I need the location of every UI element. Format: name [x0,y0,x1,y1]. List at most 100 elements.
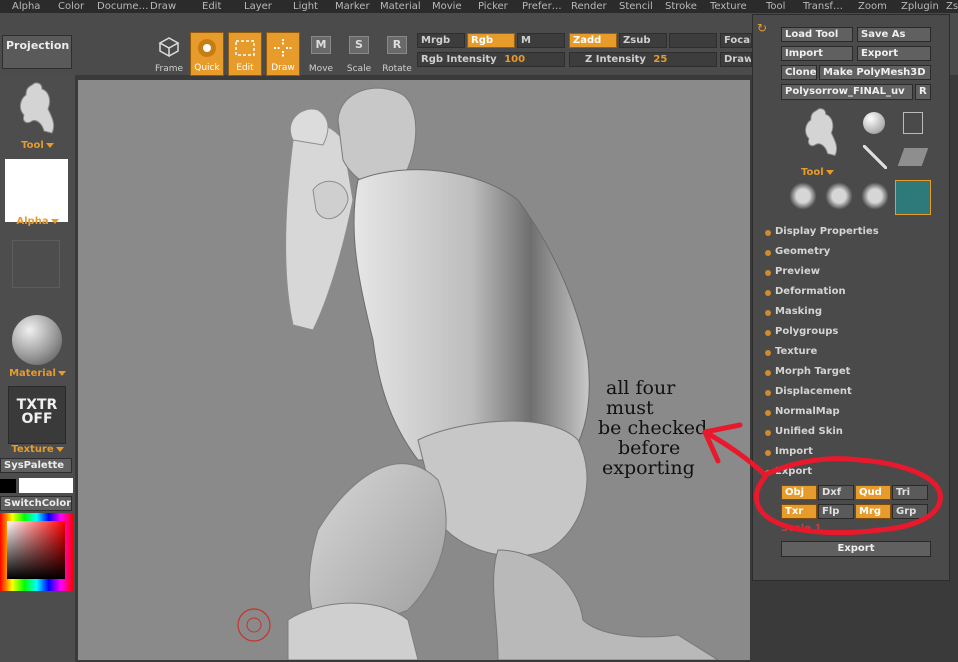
off-label: OFF [21,411,53,427]
tool-thumb-1[interactable] [787,180,819,212]
r-button[interactable]: R [915,84,931,100]
current-tool-name[interactable]: Polysorrow_FINAL_uv [781,84,913,100]
menu-item-texture[interactable]: Texture [710,0,747,13]
scale-tool[interactable]: S Scale [342,32,376,76]
switchcolor-button[interactable]: SwitchColor [0,496,72,511]
move-label: Move [308,64,334,74]
menu-item-render[interactable]: Render [571,0,607,13]
section-geometry[interactable]: Geometry [764,246,830,257]
menu-item-zplugin[interactable]: Zplugin [901,0,939,13]
frame-icon [158,37,180,58]
tool-thumb-4[interactable] [895,180,931,215]
mrgb-button[interactable]: Mrgb [417,33,465,48]
make-polymesh-button[interactable]: Make PolyMesh3D [819,65,931,80]
menu-item-stencil[interactable]: Stencil [619,0,653,13]
section-display-properties[interactable]: Display Properties [765,226,879,237]
chevron-down-icon [55,446,64,452]
frame-tool[interactable]: Frame [152,32,186,76]
tool-thumb-2[interactable] [823,180,855,212]
sphere-tool-icon[interactable] [863,112,885,134]
tool-thumbnail-icon[interactable] [12,79,64,139]
alpha-thumbnail[interactable] [5,159,68,222]
panel-tool-label[interactable]: Tool [801,167,834,178]
menu-item-document[interactable]: Docume… [97,0,149,13]
menu-item-preferences[interactable]: Prefer… [522,0,562,13]
import-tool-button[interactable]: Import [781,46,853,61]
menu-item-zscript[interactable]: Zs… [946,0,958,13]
m-button[interactable]: M [517,33,565,48]
z-intensity-label: Z Intensity [585,54,646,65]
txtr-label: TXTR [16,397,58,413]
texture-label[interactable]: Texture [0,444,75,455]
menu-item-alpha[interactable]: Alpha [12,0,40,13]
stroke-thumbnail [12,240,60,288]
scale-label: Scale [346,64,372,74]
zsub-button[interactable]: Zsub [619,33,667,48]
secondary-color-swatch[interactable] [0,479,16,493]
document-canvas[interactable]: all four must be checked before exportin… [78,80,750,660]
edit-tool[interactable]: Edit [228,32,262,76]
tool-label[interactable]: Tool [0,140,75,151]
menu-item-picker[interactable]: Picker [478,0,508,13]
menu-item-light[interactable]: Light [293,0,318,13]
section-displacement[interactable]: Displacement [765,386,852,397]
main-color-swatch[interactable] [19,478,73,493]
menu-item-color[interactable]: Color [58,0,84,13]
move-icon: M [311,36,331,54]
menu-item-edit[interactable]: Edit [202,0,221,13]
section-texture[interactable]: Texture [764,346,817,357]
texture-off-thumbnail[interactable]: TXTR OFF [8,386,66,444]
section-morph-target[interactable]: Morph Target [764,366,850,377]
brush-tool-icon[interactable] [863,145,887,169]
rgb-intensity-value: 100 [504,54,526,65]
alpha-label[interactable]: Alpha [0,216,75,227]
panel-corner-icon[interactable]: ↻ [757,21,767,35]
zadd-button[interactable]: Zadd [569,33,617,48]
section-polygroups[interactable]: Polygroups [764,326,838,337]
material-label[interactable]: Material [0,368,75,379]
syspalette-button[interactable]: SysPalette [0,458,72,473]
menu-item-draw[interactable]: Draw [150,0,176,13]
move-tool[interactable]: M Move [304,32,338,76]
draw-size-slider[interactable]: Draw Size [720,52,752,67]
z-intensity-value: 25 [653,54,668,65]
load-tool-button[interactable]: Load Tool [781,27,853,42]
annotation-arrow [702,422,943,536]
edit-icon [235,40,255,56]
rgb-intensity-label: Rgb Intensity [421,54,497,65]
tool-thumb-3[interactable] [859,180,891,212]
menu-item-movie[interactable]: Movie [432,0,462,13]
current-tool-thumbnail-icon[interactable] [797,105,847,161]
menu-item-tool[interactable]: Tool [766,0,785,13]
draw-icon [274,39,292,57]
menu-item-layer[interactable]: Layer [244,0,272,13]
color-picker-square[interactable] [7,521,65,579]
rgb-intensity-slider[interactable]: Rgb Intensity 100 [417,52,565,67]
subtool-stack-icon[interactable] [903,112,923,134]
material-sphere-icon[interactable] [12,315,62,365]
menu-item-material[interactable]: Material [380,0,421,13]
menu-item-marker[interactable]: Marker [335,0,370,13]
menu-item-zoom[interactable]: Zoom [858,0,887,13]
rotate-tool[interactable]: R Rotate [380,32,414,76]
quick-icon [198,39,216,57]
plane-tool-icon[interactable] [897,148,929,166]
z-intensity-slider[interactable]: Z Intensity 25 [569,52,717,67]
rotate-icon: R [387,36,407,54]
save-as-button[interactable]: Save As [857,27,931,42]
menu-item-stroke[interactable]: Stroke [665,0,697,13]
export-tool-button[interactable]: Export [857,46,931,61]
rgb-button[interactable]: Rgb [467,33,515,48]
frame-label: Frame [154,64,184,74]
menu-item-transform[interactable]: Transf… [803,0,843,13]
focal-shift-slider[interactable]: Focal [720,33,752,48]
section-preview[interactable]: Preview [764,266,820,277]
section-masking[interactable]: Masking [764,306,822,317]
section-deformation[interactable]: Deformation [765,286,846,297]
quick-tool[interactable]: Quick [190,32,224,76]
color-picker[interactable] [0,513,73,591]
annotation-line-1: all four must [606,377,676,419]
projection-master-button[interactable]: Projection Master [2,35,72,69]
clone-button[interactable]: Clone [781,65,817,80]
draw-tool[interactable]: Draw [266,32,300,76]
